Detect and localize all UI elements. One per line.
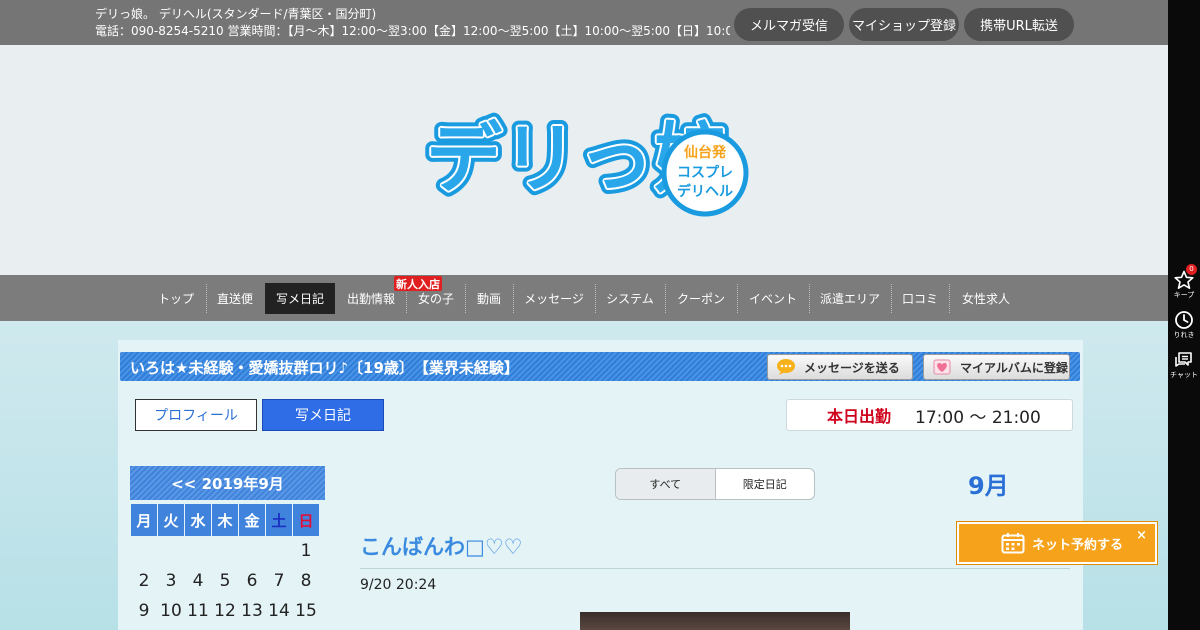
top-info-bar: デリっ娘。 デリヘル(スタンダード/青葉区・国分町) 電話：090-8254-5…: [0, 0, 1168, 45]
diary-filter: すべて 限定日記: [615, 468, 815, 500]
girl-name: いろは★未経験・愛嬌抜群ロリ♪〔19歳〕 【業界未経験】: [130, 359, 519, 377]
keep-button[interactable]: 0 キープ: [1168, 264, 1200, 300]
post-photo[interactable]: [580, 612, 850, 630]
main-nav: トップ 直送便 写メ日記 出勤情報 女の子 動画 メッセージ システム クーポン…: [0, 275, 1168, 321]
new-girl-badge: 新人入店: [394, 276, 442, 291]
calendar-day[interactable]: 13: [239, 597, 265, 625]
site-header: デリっ娘 デリっ娘 デリっ娘 仙台発 コスプレ デリヘル: [0, 45, 1168, 275]
site-logo[interactable]: デリっ娘 デリっ娘 デリっ娘 仙台発 コスプレ デリヘル: [420, 93, 750, 225]
logo-sub1: 仙台発: [684, 144, 727, 161]
weekday-tue: 火: [158, 504, 184, 536]
nav-separator: [513, 284, 514, 313]
right-sidebar: 0 キープ りれき チャット: [1168, 0, 1200, 630]
logo-sub3: デリヘル: [677, 183, 733, 200]
send-message-label: メッセージを送る: [804, 360, 900, 375]
calendar-day[interactable]: 10: [158, 597, 184, 625]
nav-separator: [595, 284, 596, 313]
add-album-button[interactable]: マイアルバムに登録: [923, 354, 1070, 380]
calendar-day[interactable]: 3: [158, 567, 184, 595]
keep-count-badge: 0: [1186, 264, 1197, 275]
filter-all-button[interactable]: すべて: [616, 469, 716, 499]
calendar-day[interactable]: 6: [239, 567, 265, 595]
nav-item-reviews[interactable]: 口コミ: [895, 283, 945, 314]
calendar-day[interactable]: 11: [185, 597, 211, 625]
chat-icon: [1175, 352, 1192, 367]
mobile-url-transfer-button[interactable]: 携帯URL転送: [964, 8, 1074, 41]
speech-bubble-icon: [777, 359, 795, 375]
logo-sub2: コスプレ: [677, 165, 733, 181]
nav-item-video[interactable]: 動画: [468, 283, 510, 314]
calendar-day[interactable]: 7: [266, 567, 292, 595]
mail-magazine-button[interactable]: メルマガ受信: [734, 8, 844, 41]
nav-item-message[interactable]: メッセージ: [517, 283, 591, 314]
keep-label: キープ: [1173, 291, 1195, 299]
shop-hours-line: 電話：090-8254-5210 営業時間：【月～木】12:00～翌3:00【金…: [95, 24, 730, 38]
calendar-icon: [1001, 533, 1025, 554]
today-shift-time: 17:00 ～ 21:00: [915, 407, 1041, 428]
tab-photo-diary[interactable]: 写メ日記: [262, 399, 384, 431]
nav-item-system[interactable]: システム: [599, 283, 661, 314]
nav-item-coupon[interactable]: クーポン: [669, 283, 733, 314]
calendar-day[interactable]: 9: [131, 597, 157, 625]
calendar-day[interactable]: 8: [293, 567, 319, 595]
tab-profile[interactable]: プロフィール: [135, 399, 257, 431]
net-reserve-button[interactable]: ネット予約する ×: [957, 522, 1157, 564]
today-shift-box: 本日出勤 17:00 ～ 21:00: [786, 399, 1073, 431]
calendar-day[interactable]: 2: [131, 567, 157, 595]
nav-separator: [737, 284, 738, 313]
weekday-sun: 日: [293, 504, 319, 536]
reserve-close-icon[interactable]: ×: [1136, 528, 1147, 543]
calendar-day[interactable]: 1: [293, 537, 319, 565]
post-title[interactable]: こんばんわ□♡♡: [360, 531, 523, 561]
weekday-wed: 水: [185, 504, 211, 536]
nav-item-area[interactable]: 派遣エリア: [813, 283, 887, 314]
nav-item-top[interactable]: トップ: [150, 283, 202, 314]
add-album-label: マイアルバムに登録: [960, 360, 1068, 375]
calendar-month-header[interactable]: << 2019年9月: [130, 466, 325, 500]
shop-info: デリっ娘。 デリヘル(スタンダード/青葉区・国分町) 電話：090-8254-5…: [95, 6, 730, 40]
heart-album-icon: [933, 359, 951, 375]
nav-separator: [206, 284, 207, 313]
nav-item-recruit[interactable]: 女性求人: [953, 283, 1019, 314]
send-message-button[interactable]: メッセージを送る: [767, 354, 913, 380]
nav-separator: [891, 284, 892, 313]
my-shop-register-button[interactable]: マイショップ登録: [849, 8, 959, 41]
current-month-label: 9月: [968, 472, 1009, 500]
weekday-sat: 土: [266, 504, 292, 536]
history-label: りれき: [1173, 331, 1195, 339]
nav-item-event[interactable]: イベント: [741, 283, 805, 314]
chat-button[interactable]: チャット: [1168, 350, 1200, 380]
calendar-day[interactable]: 12: [212, 597, 238, 625]
calendar-day[interactable]: 4: [185, 567, 211, 595]
weekday-thu: 木: [212, 504, 238, 536]
calendar-day[interactable]: 5: [212, 567, 238, 595]
nav-separator: [809, 284, 810, 313]
chat-label: チャット: [1170, 371, 1198, 379]
calendar-day[interactable]: 14: [266, 597, 292, 625]
weekday-fri: 金: [239, 504, 265, 536]
history-clock-icon: [1175, 311, 1193, 329]
nav-item-direct[interactable]: 直送便: [210, 283, 260, 314]
post-date: 9/20 20:24: [360, 577, 437, 593]
history-button[interactable]: りれき: [1168, 310, 1200, 340]
post-divider: [360, 568, 1070, 569]
nav-separator: [465, 284, 466, 313]
calendar-day[interactable]: 15: [293, 597, 319, 625]
today-shift-label: 本日出勤: [827, 407, 892, 426]
nav-separator: [665, 284, 666, 313]
net-reserve-label: ネット予約する: [1032, 537, 1124, 553]
nav-separator: [949, 284, 950, 313]
filter-limited-button[interactable]: 限定日記: [716, 469, 815, 499]
shop-name-line: デリっ娘。 デリヘル(スタンダード/青葉区・国分町): [95, 7, 377, 21]
weekday-mon: 月: [131, 504, 157, 536]
nav-item-photo-diary[interactable]: 写メ日記: [265, 283, 335, 314]
